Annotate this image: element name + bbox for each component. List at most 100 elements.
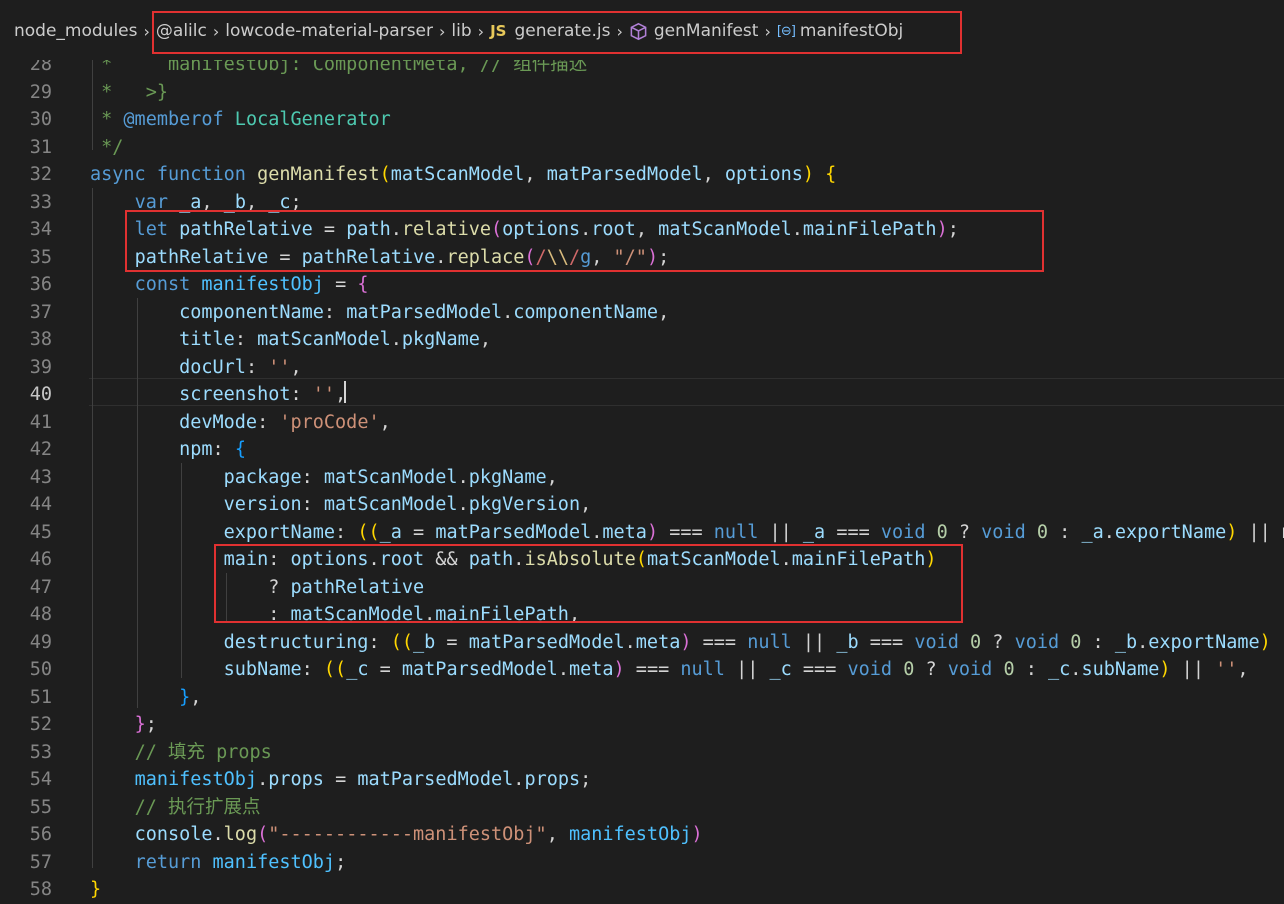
code-line[interactable]: 56 console.log("------------manifestObj"… [0,821,1284,849]
code-token: ; [335,851,347,873]
code-text: docUrl: '', [90,354,302,382]
code-token: , [658,301,670,323]
code-text: return manifestObj; [90,849,347,877]
code-highlight-box-main [214,544,963,623]
code-token: 0 [1070,631,1082,653]
code-token: = [368,659,402,680]
code-token: . [591,521,603,543]
code-token: screenshot [179,384,291,405]
code-token: === [691,631,748,653]
code-text: exportName: ((_a = matParsedModel.meta) … [90,519,1284,547]
code-token: = [323,274,358,295]
code-line[interactable]: 42 npm: { [0,436,1284,464]
code-token: ( [379,164,391,185]
code-token: : [212,439,235,460]
code-token: || [724,659,770,680]
code-token: : [245,356,269,378]
code-token: async [90,164,146,185]
line-number: 47 [29,576,52,598]
code-line[interactable]: 53 // 填充 props [0,739,1284,767]
code-line[interactable]: 44 version: matScanModel.pkgVersion, [0,491,1284,519]
chevron-right-icon: › [143,21,150,41]
line-number: 39 [29,356,52,378]
code-line[interactable]: 40 screenshot: '', [0,381,1284,409]
code-token: : [323,301,347,323]
code-line[interactable]: 29 * >} [0,79,1284,107]
code-token: , [702,164,725,185]
breadcrumb-node-modules[interactable]: node_modules [14,21,138,41]
code-line[interactable]: 58} [0,876,1284,904]
code-editor[interactable]: 28 * manifestObj: ComponentMeta, // 组件描述… [0,0,1284,900]
code-highlight-box-path-relative [125,210,1044,272]
code-line[interactable]: 55 // 执行扩展点 [0,794,1284,822]
code-token: exportName [1114,521,1227,543]
code-line[interactable]: 49 destructuring: ((_b = matParsedModel.… [0,629,1284,657]
code-token: void [914,631,959,653]
code-token: null [747,631,792,653]
code-token: _c [769,659,792,680]
code-token: */ [90,136,124,158]
code-text: title: matScanModel.pkgName, [90,326,491,354]
code-line[interactable]: 39 docUrl: '', [0,354,1284,382]
code-token: log [223,824,258,845]
code-token: === [791,659,848,680]
line-number: 32 [29,164,52,185]
line-number: 52 [29,714,52,735]
code-token: ) [1226,521,1238,543]
code-line[interactable]: 31 */ [0,134,1284,162]
code-token: (( [390,631,414,653]
code-token: void [880,521,926,543]
code-token: ? [914,659,948,680]
line-number: 36 [29,274,52,295]
code-token: meta [635,631,681,653]
code-token: matParsedModel [357,769,514,790]
code-token: || [758,521,803,543]
code-token: . [212,824,224,845]
code-token: : [301,494,324,515]
code-token: , [1237,659,1249,680]
line-number: 31 [29,136,52,158]
code-token: matScanModel [257,329,391,350]
code-line[interactable]: 54 manifestObj.props = matParsedModel.pr… [0,766,1284,794]
code-token: . [557,659,569,680]
code-token: } [179,686,191,708]
code-token: , [580,494,592,515]
code-token: matParsedModel [546,164,703,185]
line-number: 40 [29,384,52,405]
code-token: 0 [936,521,948,543]
code-line[interactable]: 37 componentName: matParsedModel.compone… [0,299,1284,327]
code-token: null [713,521,759,543]
code-token: * [90,109,124,130]
code-line[interactable]: 32 async function genManifest(matScanMode… [0,161,1284,189]
code-token: === [624,659,681,680]
code-token: ; [145,714,157,735]
code-line[interactable]: 52 }; [0,711,1284,739]
code-line[interactable]: 57 return manifestObj; [0,849,1284,877]
code-line[interactable]: 36 const manifestObj = { [0,271,1284,299]
code-line[interactable]: 50 subName: ((_c = matParsedModel.meta) … [0,656,1284,684]
line-number: 43 [29,466,52,488]
code-token: "------------manifestObj" [268,824,547,845]
code-line[interactable]: 51 }, [0,684,1284,712]
code-line[interactable]: 30 * @memberof LocalGenerator [0,106,1284,134]
line-number: 34 [29,219,52,240]
code-line[interactable]: 41 devMode: 'proCode', [0,409,1284,437]
code-token: _c [1048,659,1071,680]
line-number: 44 [29,494,52,515]
code-text: }, [90,684,201,712]
code-token: { [825,164,837,185]
code-token: 0 [970,631,982,653]
code-line[interactable]: 38 title: matScanModel.pkgName, [0,326,1284,354]
code-token: matParsedModel [346,301,503,323]
code-text: // 执行扩展点 [90,794,261,822]
code-line[interactable]: 45 exportName: ((_a = matParsedModel.met… [0,519,1284,547]
code-token: { [234,439,246,460]
code-line[interactable]: 43 package: matScanModel.pkgName, [0,464,1284,492]
line-number: 48 [29,604,52,625]
code-text: devMode: 'proCode', [90,409,391,437]
code-text: const manifestObj = { [90,271,369,299]
code-text: // 填充 props [90,739,272,767]
